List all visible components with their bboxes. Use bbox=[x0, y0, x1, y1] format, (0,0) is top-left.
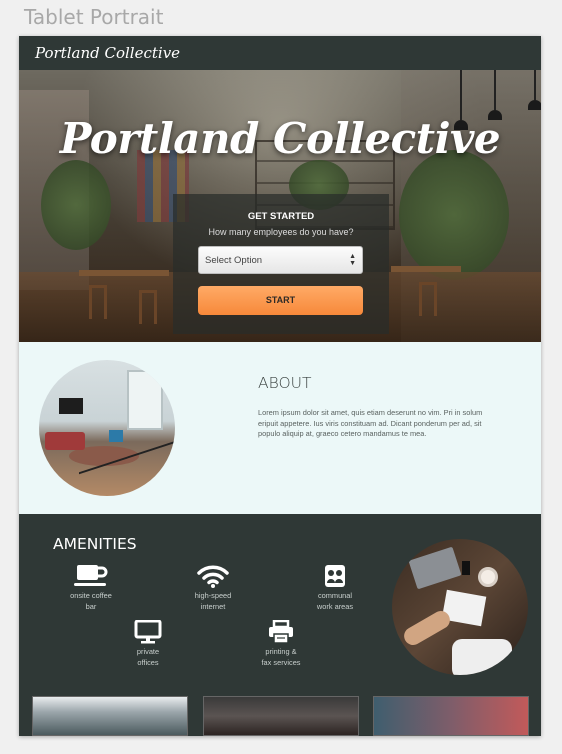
select-value: Select Option bbox=[205, 255, 263, 266]
amenity-label: onsite coffee bbox=[70, 591, 112, 600]
hero-bg-lamp bbox=[460, 70, 462, 120]
amenities-photo-cup bbox=[478, 567, 498, 587]
amenity-coffee: onsite coffee bar bbox=[46, 564, 136, 612]
amenity-printing: printing & fax services bbox=[236, 620, 326, 668]
artboard-label: Tablet Portrait bbox=[24, 5, 164, 29]
amenity-label: work areas bbox=[316, 601, 354, 611]
about-photo-window bbox=[127, 370, 163, 430]
navbar: Portland Collective bbox=[19, 36, 541, 70]
hero-bg-table bbox=[391, 266, 461, 272]
form-question: How many employees do you have? bbox=[208, 227, 354, 237]
amenities-photo-laptop bbox=[408, 546, 462, 590]
amenities-photo-phone bbox=[462, 561, 470, 575]
get-started-panel: GET STARTED How many employees do you ha… bbox=[173, 194, 389, 334]
gallery-thumbnail[interactable] bbox=[203, 696, 359, 736]
amenity-label: communal bbox=[317, 591, 353, 600]
monitor-icon bbox=[134, 620, 162, 644]
wifi-icon bbox=[197, 565, 229, 588]
about-body: Lorem ipsum dolor sit amet, quis etiam d… bbox=[258, 408, 483, 438]
amenity-offices: private offices bbox=[103, 620, 193, 668]
amenity-label: internet bbox=[200, 601, 226, 611]
amenities-title: AMENITIES bbox=[53, 535, 137, 553]
hero-bg-table bbox=[79, 270, 169, 276]
hero-bg-chair bbox=[419, 282, 437, 316]
amenity-label: printing & bbox=[265, 647, 297, 656]
gallery-thumbnail[interactable] bbox=[32, 696, 188, 736]
amenity-label: high-speed bbox=[194, 591, 232, 600]
hero-bg-chair bbox=[139, 290, 157, 324]
hero-bg-lamp-shade bbox=[528, 100, 541, 110]
amenities-photo-arm bbox=[400, 607, 454, 649]
amenity-communal: communal work areas bbox=[290, 564, 380, 612]
hero-section: Portland Collective GET STARTED How many… bbox=[19, 70, 541, 342]
nav-logo[interactable]: Portland Collective bbox=[35, 44, 180, 62]
amenity-label: offices bbox=[137, 657, 159, 667]
about-section: ABOUT Lorem ipsum dolor sit amet, quis e… bbox=[19, 342, 541, 514]
communal-icon bbox=[325, 565, 345, 587]
hero-bg-lamp bbox=[494, 70, 496, 110]
form-heading: GET STARTED bbox=[247, 211, 315, 222]
about-title: ABOUT bbox=[258, 374, 312, 392]
gallery-thumbnail[interactable] bbox=[373, 696, 529, 736]
select-arrows-icon: ▲ ▼ bbox=[349, 253, 356, 267]
about-photo-chair bbox=[109, 430, 123, 442]
hero-bg-plant bbox=[41, 160, 111, 250]
hero-title: Portland Collective bbox=[59, 114, 501, 163]
tablet-frame: Portland Collective Portland Collective … bbox=[19, 36, 541, 736]
hero-bg-lamp bbox=[534, 70, 536, 100]
hero-bg-plant bbox=[399, 150, 509, 280]
amenities-photo bbox=[392, 539, 528, 675]
amenities-photo-sleeve bbox=[452, 639, 512, 675]
employee-count-select[interactable]: Select Option ▲ ▼ bbox=[198, 246, 363, 274]
hero-bg-chair bbox=[89, 285, 107, 319]
printer-icon bbox=[269, 620, 293, 644]
amenity-label: fax services bbox=[261, 657, 301, 667]
about-photo-tv bbox=[59, 398, 83, 414]
amenity-label: private bbox=[136, 647, 160, 656]
coffee-cup-icon bbox=[74, 565, 108, 586]
start-button[interactable]: START bbox=[198, 286, 363, 315]
amenity-label: bar bbox=[85, 601, 97, 611]
amenity-wifi: high-speed internet bbox=[168, 564, 258, 612]
about-photo bbox=[39, 360, 175, 496]
about-photo-sofa bbox=[45, 432, 85, 450]
